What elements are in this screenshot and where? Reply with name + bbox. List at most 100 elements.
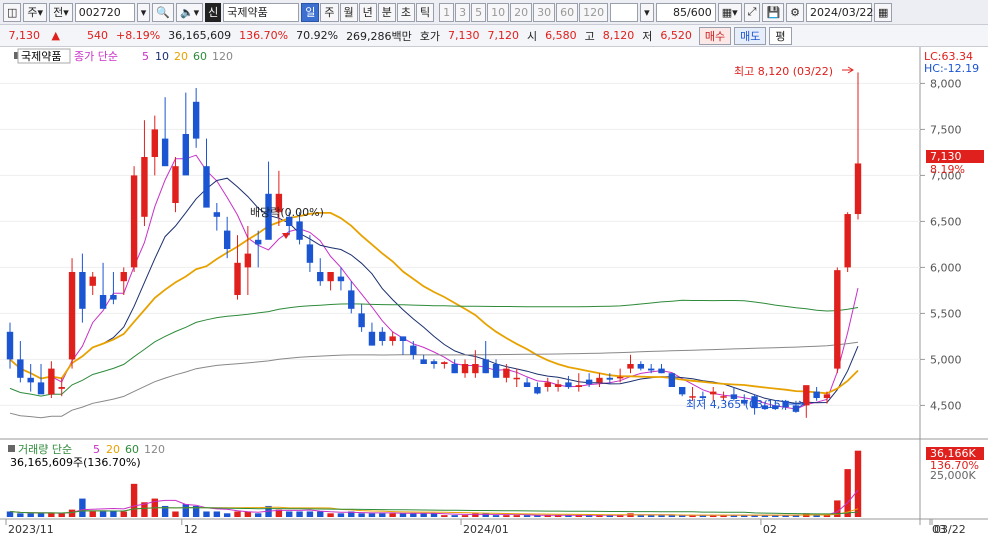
settings-icon[interactable]: ⚙ (786, 2, 805, 22)
bid-price-2: 7,120 (487, 29, 520, 42)
chart-menu-icon[interactable]: ◫ (3, 2, 22, 22)
volume-bar (854, 450, 862, 517)
sell-button[interactable]: 매도 (734, 26, 767, 45)
volume-bar (441, 515, 448, 517)
speaker-icon[interactable]: 🔈▾ (175, 2, 204, 22)
vol-legend-current: 36,165,609주(136.70%) (10, 456, 141, 469)
vol-legend-title: 거래량 단순 (18, 443, 72, 456)
data-count-field[interactable]: 85/600 (655, 2, 716, 22)
volume-bar (286, 511, 293, 517)
candle-body (668, 373, 676, 387)
calendar-icon[interactable]: ▦ (874, 2, 893, 22)
interval-1[interactable]: 1 (439, 2, 455, 22)
candle-body (503, 368, 510, 378)
bid-label: 호가 (419, 29, 441, 43)
candle-body (513, 377, 520, 380)
volume-bar (379, 513, 386, 517)
x-tick-label: 2024/01 (463, 523, 509, 536)
candle-body (68, 272, 76, 360)
candle-body (844, 214, 851, 268)
interval-dropdown-icon[interactable]: ▾ (640, 2, 654, 22)
vol-legend-ma60: 60 (125, 443, 139, 456)
candle-body (182, 134, 190, 176)
candle-body (48, 368, 55, 395)
candle-body (192, 101, 200, 139)
candle-body (151, 129, 158, 157)
timeframe-select[interactable]: 주 ▾ (23, 2, 48, 22)
volume-tick-label: 25,000K (930, 469, 976, 482)
candle-body (89, 276, 96, 286)
high-label: 고 (584, 29, 595, 43)
price-change: 540 (87, 29, 108, 42)
tab-year[interactable]: 년 (358, 2, 377, 22)
candle-body (410, 345, 417, 355)
volume-bar (306, 511, 314, 517)
candle-body (420, 359, 427, 364)
candle-body (430, 361, 438, 364)
cross-icon[interactable]: ⤢ (743, 2, 761, 22)
view-select[interactable]: 전 ▾ (49, 2, 73, 22)
save-icon[interactable]: 💾 (762, 2, 785, 22)
candle-type-icon[interactable]: ▦▾ (717, 2, 742, 22)
interval-buttons: 1 3 5 10 20 30 60 120 (439, 2, 609, 22)
volume-bar (120, 511, 127, 517)
candle-body (658, 368, 665, 374)
date-field[interactable]: 2024/03/22 (806, 2, 873, 22)
tab-day[interactable]: 일 (301, 2, 320, 22)
code-dropdown-icon[interactable]: ▾ (136, 2, 151, 22)
tab-minute[interactable]: 분 (377, 2, 396, 22)
extra-button[interactable]: 평 (769, 26, 792, 45)
period-tabs: 일 주 월 년 분 초 틱 (301, 2, 435, 22)
candle-body (120, 272, 127, 282)
candle-body (544, 382, 551, 387)
volume-ratio: 136.70% (239, 29, 289, 42)
candle-body (327, 272, 334, 282)
interval-5[interactable]: 5 (471, 2, 487, 22)
y-tick-label: 7,500 (930, 123, 962, 136)
interval-120[interactable]: 120 (579, 2, 609, 22)
search-icon[interactable]: 🔍 (152, 2, 174, 22)
vol-legend-ma5: 5 (93, 443, 100, 456)
stock-code-input[interactable]: 002720 (74, 2, 135, 22)
volume-bar (37, 513, 45, 517)
candle-body (554, 384, 562, 387)
interval-20[interactable]: 20 (510, 2, 533, 22)
interval-30[interactable]: 30 (533, 2, 556, 22)
tab-second[interactable]: 초 (396, 2, 416, 22)
volume-bar (399, 513, 407, 517)
buy-button[interactable]: 매수 (698, 26, 732, 45)
candle-body (647, 368, 655, 371)
candle-body (441, 362, 448, 364)
candle-body (596, 377, 603, 383)
volume-bar (658, 515, 665, 517)
hc-label: HC:-12.19 (924, 62, 979, 75)
chart-area[interactable]: 4,500 5,000 5,500 6,000 6,500 7,000 7,500 8,000… (0, 47, 988, 539)
candle-body (637, 364, 645, 369)
low-price: 6,520 (660, 29, 692, 42)
volume-bar (27, 513, 34, 517)
interval-10[interactable]: 10 (487, 2, 510, 22)
interval-custom-input[interactable] (610, 2, 639, 22)
legend-ma10: 10 (155, 50, 169, 63)
y-tick-label: 5,500 (930, 307, 962, 320)
tab-tick[interactable]: 틱 (416, 2, 435, 22)
volume-bar (358, 513, 365, 517)
y-tick-label: 6,500 (930, 215, 962, 228)
tab-week[interactable]: 주 (320, 2, 339, 22)
volume-bar (337, 513, 345, 517)
candle-body (317, 272, 324, 282)
price-chart-svg[interactable]: 4,5005,0005,5006,0006,5007,0007,5008,000… (0, 47, 988, 539)
stock-name-field[interactable]: 국제약품 (223, 2, 300, 22)
trading-amount: 269,286백만 (346, 29, 412, 43)
tab-month[interactable]: 월 (339, 2, 358, 22)
interval-60[interactable]: 60 (556, 2, 579, 22)
quote-bar: 7,130 ▲ 540 +8.19% 36,165,609 136.70% 70… (0, 25, 988, 47)
volume-bar (513, 515, 520, 517)
candle-body (203, 166, 210, 208)
interval-3[interactable]: 3 (455, 2, 471, 22)
candle-body (627, 364, 634, 369)
volume-bar (844, 469, 851, 517)
candle-body (482, 359, 489, 374)
candle-body (234, 262, 241, 295)
vol-legend-ma120: 120 (144, 443, 165, 456)
